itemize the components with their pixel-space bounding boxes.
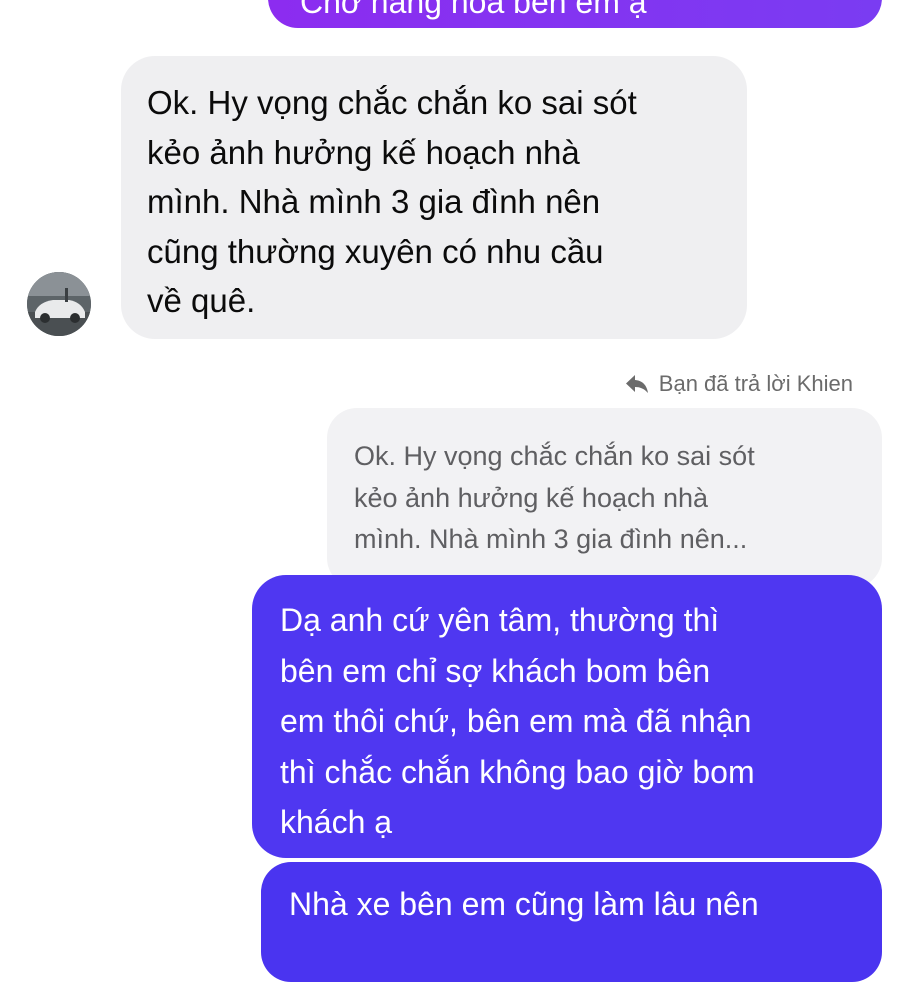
message-text: Ok. Hy vọng chắc chắn ko sai sót kẻo ảnh…	[147, 84, 637, 319]
avatar[interactable]	[27, 272, 91, 336]
reply-icon	[625, 374, 649, 394]
incoming-message-bubble[interactable]: Ok. Hy vọng chắc chắn ko sai sót kẻo ảnh…	[121, 56, 747, 339]
sent-message-bubble-top[interactable]: Chờ hàng hoá bên em ạ	[268, 0, 882, 28]
quoted-message-bubble[interactable]: Ok. Hy vọng chắc chắn ko sai sót kẻo ảnh…	[327, 408, 882, 588]
message-text: Chờ hàng hoá bên em ạ	[300, 0, 647, 20]
avatar-photo	[27, 272, 91, 336]
reply-label: Bạn đã trả lời Khien	[658, 371, 853, 396]
sent-message-bubble-next[interactable]: Nhà xe bên em cũng làm lâu nên	[261, 862, 882, 982]
message-text: Dạ anh cứ yên tâm, thường thì bên em chỉ…	[280, 602, 755, 840]
sent-message-bubble[interactable]: Dạ anh cứ yên tâm, thường thì bên em chỉ…	[252, 575, 882, 858]
quoted-text: Ok. Hy vọng chắc chắn ko sai sót kẻo ảnh…	[354, 441, 755, 554]
reply-indicator: Bạn đã trả lời Khien	[625, 371, 853, 397]
message-text: Nhà xe bên em cũng làm lâu nên	[289, 886, 759, 922]
